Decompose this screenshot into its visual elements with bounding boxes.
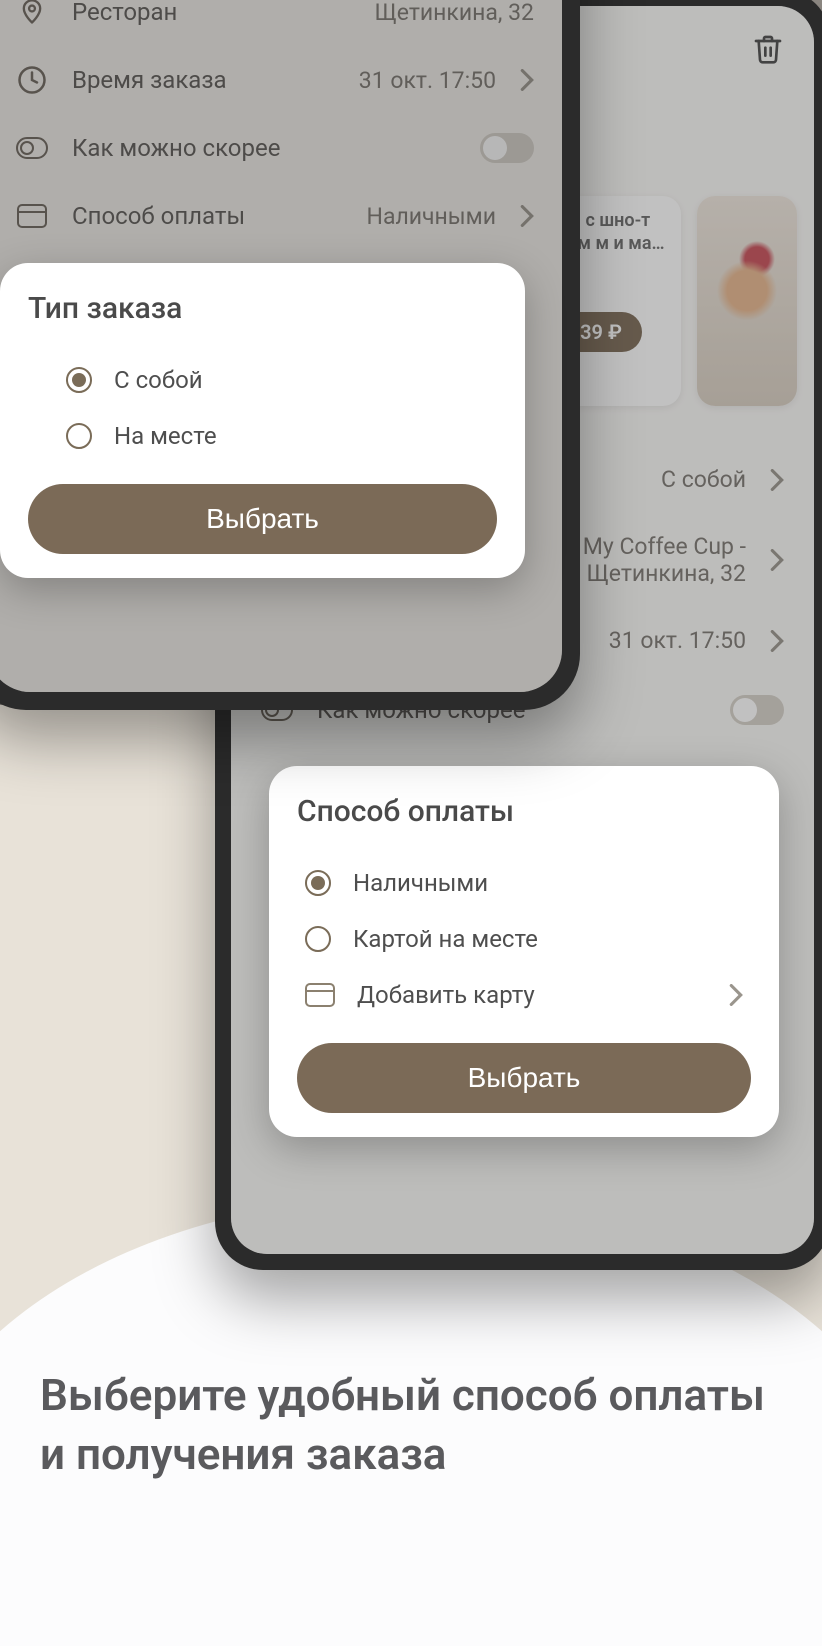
link-label: Добавить карту [357,981,535,1009]
option-label: На месте [114,422,217,450]
order-type-dialog: Тип заказа С собой На месте Выбрать [0,263,525,578]
card-icon [305,983,335,1007]
radio-selected-icon [305,870,331,896]
option-label: С собой [114,366,203,394]
promo-headline: Выберите удобный способ оплаты и получен… [40,1366,782,1485]
radio-icon [66,423,92,449]
dialog-title: Тип заказа [28,291,497,326]
option-label: Наличными [353,869,488,897]
select-button[interactable]: Выбрать [297,1043,751,1113]
payment-option-card-onsite[interactable]: Картой на месте [297,911,751,967]
add-card-link[interactable]: Добавить карту [297,967,751,1023]
select-button[interactable]: Выбрать [28,484,497,554]
order-type-option-takeaway[interactable]: С собой [58,352,497,408]
option-label: Картой на месте [353,925,538,953]
dialog-title: Способ оплаты [297,794,751,829]
radio-icon [305,926,331,952]
chevron-right-icon [729,984,743,1006]
radio-selected-icon [66,367,92,393]
order-type-option-dinein[interactable]: На месте [58,408,497,464]
payment-method-dialog: Способ оплаты Наличными Картой на месте … [269,766,779,1137]
payment-option-cash[interactable]: Наличными [297,855,751,911]
